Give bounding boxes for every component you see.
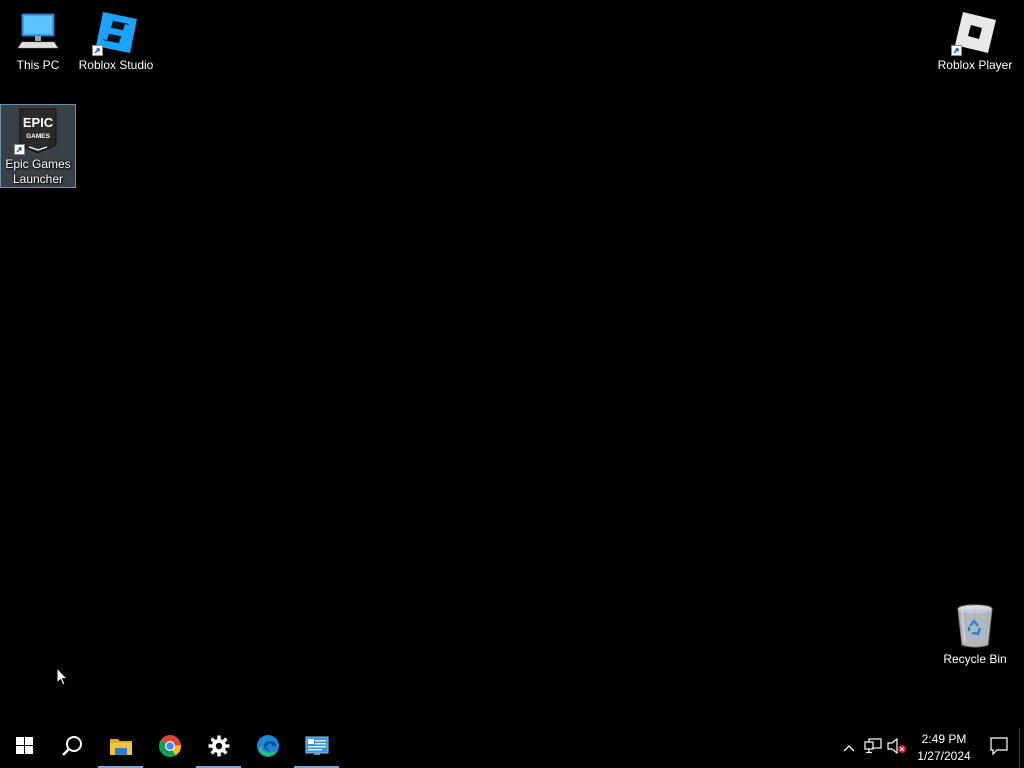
desktop[interactable]: This PC Roblox Studio EPIC GAMES Epic Ga… (0, 0, 1024, 728)
shortcut-arrow-icon (14, 144, 25, 155)
volume-tray-button[interactable] (885, 728, 909, 768)
show-hidden-icons-button[interactable] (837, 728, 861, 768)
taskbar: 2:49 PM 1/27/2024 (0, 728, 1024, 768)
shortcut-arrow-icon (951, 45, 962, 56)
gear-icon (208, 735, 230, 762)
desktop-icon-roblox-player[interactable]: Roblox Player (937, 6, 1013, 73)
clock-time: 2:49 PM (921, 732, 967, 746)
clock[interactable]: 2:49 PM 1/27/2024 (909, 728, 979, 768)
network-icon (864, 737, 882, 759)
action-center-button[interactable] (979, 728, 1019, 768)
taskbar-app-chrome[interactable] (145, 728, 194, 768)
epic-logo-text: EPIC (23, 115, 54, 130)
volume-muted-icon (887, 737, 907, 759)
desktop-icon-recycle-bin[interactable]: Recycle Bin (937, 600, 1013, 667)
taskbar-app-control-panel[interactable] (292, 728, 341, 768)
chrome-icon (158, 734, 182, 763)
control-panel-icon (305, 736, 329, 761)
recycle-bin-icon (951, 602, 999, 650)
action-center-icon (990, 736, 1008, 760)
search-icon (61, 735, 83, 762)
mouse-cursor-icon (56, 666, 69, 691)
desktop-icon-this-pc[interactable]: This PC (0, 6, 76, 73)
desktop-icon-label: Epic Games Launcher (5, 157, 71, 186)
roblox-player-icon (951, 8, 999, 56)
file-explorer-icon (109, 736, 133, 761)
desktop-icon-label: Roblox Studio (78, 58, 154, 72)
desktop-icon-label: Roblox Player (937, 58, 1013, 72)
desktop-icon-label: Recycle Bin (943, 652, 1007, 666)
taskbar-app-edge[interactable] (243, 728, 292, 768)
desktop-icon-epic-games-launcher[interactable]: EPIC GAMES Epic Games Launcher (0, 104, 76, 188)
this-pc-icon (14, 8, 62, 56)
shortcut-arrow-icon (92, 45, 103, 56)
start-button[interactable] (0, 728, 48, 768)
taskbar-app-settings[interactable] (194, 728, 243, 768)
desktop-icon-roblox-studio[interactable]: Roblox Studio (78, 6, 154, 73)
epic-games-icon: EPIC GAMES (14, 107, 62, 155)
show-desktop-button[interactable] (1019, 728, 1024, 768)
clock-date: 1/27/2024 (917, 749, 971, 763)
roblox-studio-icon (92, 8, 140, 56)
chevron-up-icon (843, 739, 855, 757)
search-button[interactable] (48, 728, 96, 768)
system-tray: 2:49 PM 1/27/2024 (837, 728, 1024, 768)
games-logo-text: GAMES (26, 133, 51, 140)
desktop-icon-label: This PC (16, 58, 60, 72)
network-tray-button[interactable] (861, 728, 885, 768)
edge-icon (256, 734, 280, 763)
taskbar-app-file-explorer[interactable] (96, 728, 145, 768)
windows-start-icon (15, 737, 33, 759)
